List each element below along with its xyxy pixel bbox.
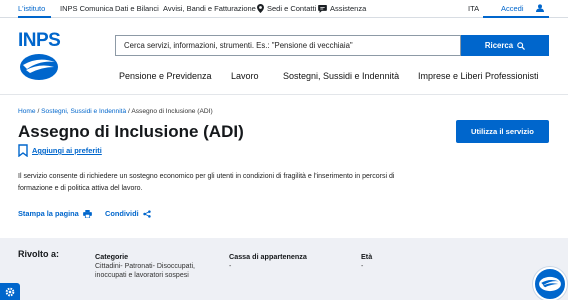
search-button-label: Ricerca <box>484 41 514 50</box>
user-icon <box>535 4 544 12</box>
age-label: Età <box>361 252 373 261</box>
age-value: - <box>361 263 364 270</box>
description-line: Il servizio consente di richiedere un so… <box>18 173 395 180</box>
audience-heading: Rivolto a: <box>18 249 60 259</box>
inps-emblem-icon <box>539 276 561 292</box>
share-label: Condividi <box>105 209 139 218</box>
assistant-chat-button[interactable] <box>533 267 567 300</box>
accessibility-settings-button[interactable] <box>0 283 20 300</box>
breadcrumb-separator: / <box>128 108 130 115</box>
chat-icon <box>318 4 327 13</box>
topbar-link-istituto[interactable]: L'istituto <box>18 4 45 13</box>
service-description: Il servizio consente di richiedere un so… <box>18 171 418 195</box>
topbar-link-assistenza-label: Assistenza <box>330 4 367 13</box>
nav-lavoro[interactable]: Lavoro <box>231 71 259 81</box>
topbar-link-inps-comunica[interactable]: INPS Comunica <box>60 4 113 13</box>
gear-icon <box>5 287 15 296</box>
search-icon <box>517 41 526 50</box>
inps-logo[interactable]: INPS <box>18 30 62 82</box>
nav-sostegni[interactable]: Sostegni, Sussidi e Indennità <box>283 71 399 81</box>
logo-wordmark: INPS <box>18 30 61 51</box>
topbar-link-dati-bilanci[interactable]: Dati e Bilanci <box>115 4 159 13</box>
categories-line: inoccupati e lavoratori sospesi <box>95 272 189 279</box>
header-divider <box>0 94 568 95</box>
fund-label: Cassa di appartenenza <box>229 252 307 261</box>
nav-imprese[interactable]: Imprese e Liberi Professionisti <box>418 71 539 81</box>
bookmark-icon <box>18 144 28 157</box>
print-link[interactable]: Stampa la pagina <box>18 209 92 218</box>
print-label: Stampa la pagina <box>18 209 79 218</box>
add-favorite-link[interactable]: Aggiungi ai preferiti <box>18 144 102 157</box>
topbar-link-sedi-label: Sedi e Contatti <box>267 4 317 13</box>
audience-section <box>0 238 568 300</box>
login-label: Accedi <box>501 3 524 13</box>
breadcrumb-sostegni[interactable]: Sostegni, Sussidi e Indennità <box>41 108 126 115</box>
description-line: formazione e di politica attiva del lavo… <box>18 185 143 192</box>
categories-line: Cittadini- Patronati- Disoccupati, <box>95 263 195 270</box>
share-link[interactable]: Condividi <box>105 209 151 218</box>
breadcrumb-home[interactable]: Home <box>18 108 36 115</box>
topbar-link-assistenza[interactable]: Assistenza <box>318 4 366 13</box>
language-selector[interactable]: ITA <box>468 4 479 13</box>
topbar-link-avvisi[interactable]: Avvisi, Bandi e Fatturazione <box>163 4 256 13</box>
search-input[interactable]: Cerca servizi, informazioni, strumenti. … <box>115 35 461 56</box>
categories-label: Categorie <box>95 252 129 261</box>
active-tab-indicator <box>18 16 51 18</box>
breadcrumb: Home / Sostegni, Sussidi e Indennità / A… <box>18 108 213 115</box>
fund-value: - <box>229 263 232 270</box>
printer-icon <box>82 209 92 218</box>
use-service-button[interactable]: Utilizza il servizio <box>456 120 549 143</box>
login-button[interactable]: Accedi <box>483 0 549 18</box>
topbar-link-sedi[interactable]: Sedi e Contatti <box>257 4 316 13</box>
search-button[interactable]: Ricerca <box>461 35 549 56</box>
add-favorite-label: Aggiungi ai preferiti <box>32 146 102 155</box>
breadcrumb-separator: / <box>37 108 40 115</box>
nav-pensione[interactable]: Pensione e Previdenza <box>119 71 212 81</box>
page-title: Assegno di Inclusione (ADI) <box>18 122 244 141</box>
categories-value: Cittadini- Patronati- Disoccupati, inocc… <box>95 262 195 280</box>
share-icon <box>142 209 151 218</box>
top-utility-bar: L'istituto INPS Comunica Dati e Bilanci … <box>0 0 568 18</box>
breadcrumb-current: Assegno di Inclusione (ADI) <box>131 108 213 115</box>
logo-emblem-icon <box>20 54 58 80</box>
location-icon <box>257 4 264 13</box>
